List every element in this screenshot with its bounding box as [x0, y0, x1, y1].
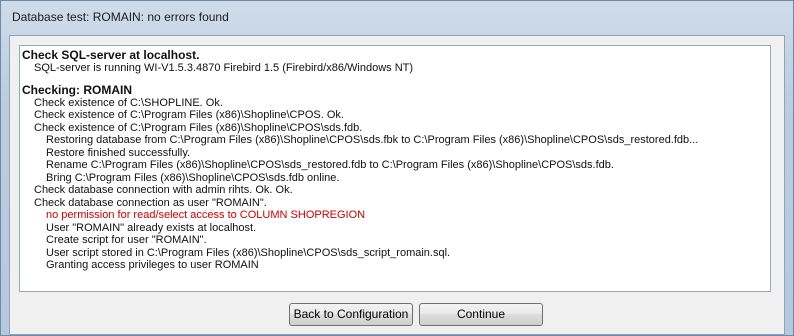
- log-line: Check existence of C:\Program Files (x86…: [34, 109, 344, 121]
- log-line: User script stored in C:\Program Files (…: [46, 246, 451, 259]
- log-line: Check database connection with admin rih…: [34, 184, 293, 196]
- title-bar[interactable]: Database test: ROMAIN: no errors found: [1, 1, 793, 35]
- log-line: Check existence of C:\Program Files (x86…: [34, 121, 363, 134]
- log-line: Granting access privileges to user ROMAI…: [46, 259, 259, 271]
- log-line: Restoring database from C:\Program Files…: [46, 134, 699, 146]
- log-line: Check existence of C:\SHOPLINE. Ok.: [34, 96, 223, 109]
- back-to-configuration-button[interactable]: Back to Configuration: [289, 303, 413, 326]
- continue-button[interactable]: Continue: [419, 303, 543, 326]
- log-line: Create script for user "ROMAIN".: [46, 234, 207, 246]
- log-error-line: no permission for read/select access to …: [46, 209, 366, 221]
- test-log-textbox[interactable]: Check SQL-server at localhost. SQL-server…: [19, 45, 771, 292]
- log-heading: Check SQL-server at localhost.: [22, 48, 200, 62]
- log-heading: Checking: ROMAIN: [22, 83, 133, 97]
- dialog-window: Database test: ROMAIN: no errors found C…: [0, 0, 794, 336]
- log-line: Rename C:\Program Files (x86)\Shopline\C…: [46, 159, 614, 171]
- dialog-client-area: Check SQL-server at localhost. SQL-server…: [9, 35, 785, 335]
- log-line: SQL-server is running WI-V1.5.3.4870 Fir…: [34, 61, 414, 74]
- log-line: Check database connection as user "ROMAI…: [34, 196, 267, 209]
- window-title: Database test: ROMAIN: no errors found: [12, 10, 229, 24]
- log-line: Bring C:\Program Files (x86)\Shopline\CP…: [46, 171, 340, 184]
- log-line: Restore finished successfully.: [46, 146, 191, 159]
- log-line: User "ROMAIN" already exists at localhos…: [46, 221, 257, 234]
